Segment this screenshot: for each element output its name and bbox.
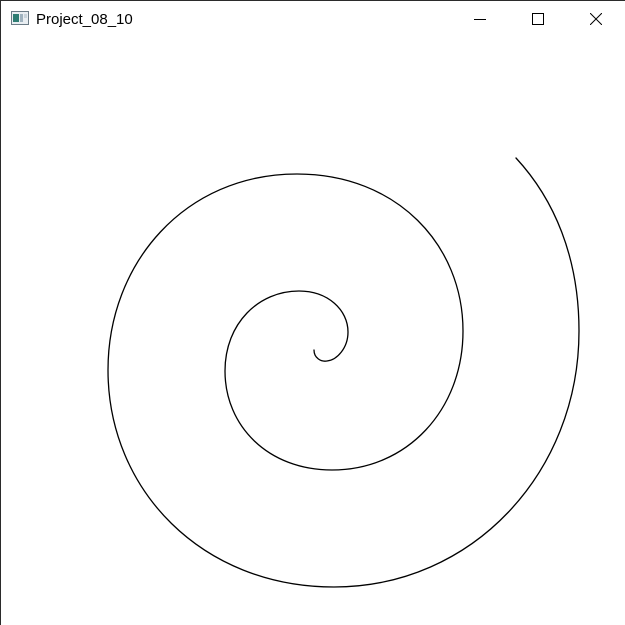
close-button[interactable] (567, 1, 625, 37)
window-title: Project_08_10 (36, 11, 133, 28)
maximize-icon (532, 13, 544, 25)
application-window-icon (11, 11, 29, 25)
minimize-icon (474, 13, 486, 25)
close-icon (590, 13, 602, 25)
spiral-drawing (107, 157, 580, 588)
spiral-curve (107, 157, 580, 588)
title-bar[interactable]: Project_08_10 (1, 1, 625, 37)
app-window: Project_08_10 (0, 0, 625, 625)
minimize-button[interactable] (451, 1, 509, 37)
drawing-canvas (1, 37, 625, 625)
maximize-button[interactable] (509, 1, 567, 37)
